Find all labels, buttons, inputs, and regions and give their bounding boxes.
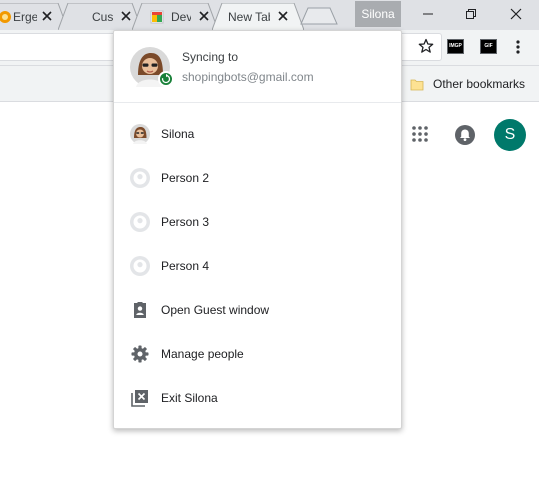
person-item-person-4[interactable]: Person 4 [114, 243, 401, 287]
tab-dev[interactable]: Dev [132, 3, 218, 30]
star-icon[interactable] [418, 38, 434, 57]
tab-close-icon[interactable] [40, 9, 54, 23]
exit-profile-item[interactable]: Exit Silona [114, 375, 401, 419]
tab-title: Cus [92, 10, 114, 24]
sync-title: Syncing to [182, 50, 239, 64]
tab-close-icon[interactable] [119, 9, 133, 23]
sync-badge-icon [158, 71, 174, 87]
extension-label: IMGP [449, 43, 462, 49]
orange-favicon-icon [0, 10, 12, 24]
minimize-icon [423, 13, 433, 15]
tab-close-icon[interactable] [276, 9, 290, 23]
tab-title: Erge [13, 10, 37, 24]
menu-kebab-icon[interactable] [513, 39, 523, 55]
restore-button[interactable] [448, 0, 494, 28]
person-item-person-3[interactable]: Person 3 [114, 199, 401, 243]
folder-icon [410, 77, 424, 94]
extension-label: GIF [484, 43, 493, 49]
person-item-person-2[interactable]: Person 2 [114, 155, 401, 199]
tab-title: New Tab [228, 10, 270, 24]
default-avatar-icon [130, 168, 150, 188]
settings-gear-icon [131, 345, 149, 363]
restore-icon [466, 9, 476, 19]
chrome-dev-favicon-icon [150, 10, 164, 24]
person-name: Silona [161, 127, 195, 141]
notifications-bell-icon[interactable] [454, 124, 476, 149]
guest-icon [134, 302, 146, 318]
manage-people-item[interactable]: Manage people [114, 331, 401, 375]
profile-photo-icon [130, 124, 150, 144]
tab-cus[interactable]: Cus [58, 3, 142, 30]
tab-title: Dev [171, 10, 191, 24]
action-label: Open Guest window [161, 303, 270, 317]
person-name: Person 2 [161, 171, 210, 185]
tab-strip: Erge Cus Dev New Tab Silona [0, 0, 539, 30]
default-avatar-icon [130, 256, 150, 276]
minimize-button[interactable] [405, 0, 451, 28]
close-window-button[interactable] [493, 0, 539, 28]
person-name: Person 4 [161, 259, 210, 273]
apps-grid-icon[interactable] [412, 126, 428, 145]
profile-name-chip[interactable]: Silona [355, 1, 401, 27]
open-guest-window-item[interactable]: Open Guest window [114, 287, 401, 331]
default-avatar-icon [130, 212, 150, 232]
action-label: Manage people [161, 347, 244, 361]
exit-icon [131, 390, 148, 407]
sync-email: shopingbots@gmail.com [182, 70, 314, 84]
profile-menu: Syncing to shopingbots@gmail.com Silona … [113, 30, 402, 429]
person-name: Person 3 [161, 215, 210, 229]
action-label: Exit Silona [161, 391, 218, 405]
account-avatar[interactable]: S [494, 119, 526, 151]
tab-close-icon[interactable] [197, 9, 211, 23]
new-tab-button[interactable] [300, 7, 338, 25]
extension-icon[interactable]: IMGP [447, 39, 464, 54]
other-bookmarks-link[interactable]: Other bookmarks [433, 77, 525, 91]
tab-new-tab[interactable]: New Tab [212, 3, 304, 30]
extension-icon[interactable]: GIF [480, 39, 497, 54]
menu-divider [114, 102, 401, 103]
close-icon [510, 8, 522, 20]
person-item-silona[interactable]: Silona [114, 111, 401, 155]
